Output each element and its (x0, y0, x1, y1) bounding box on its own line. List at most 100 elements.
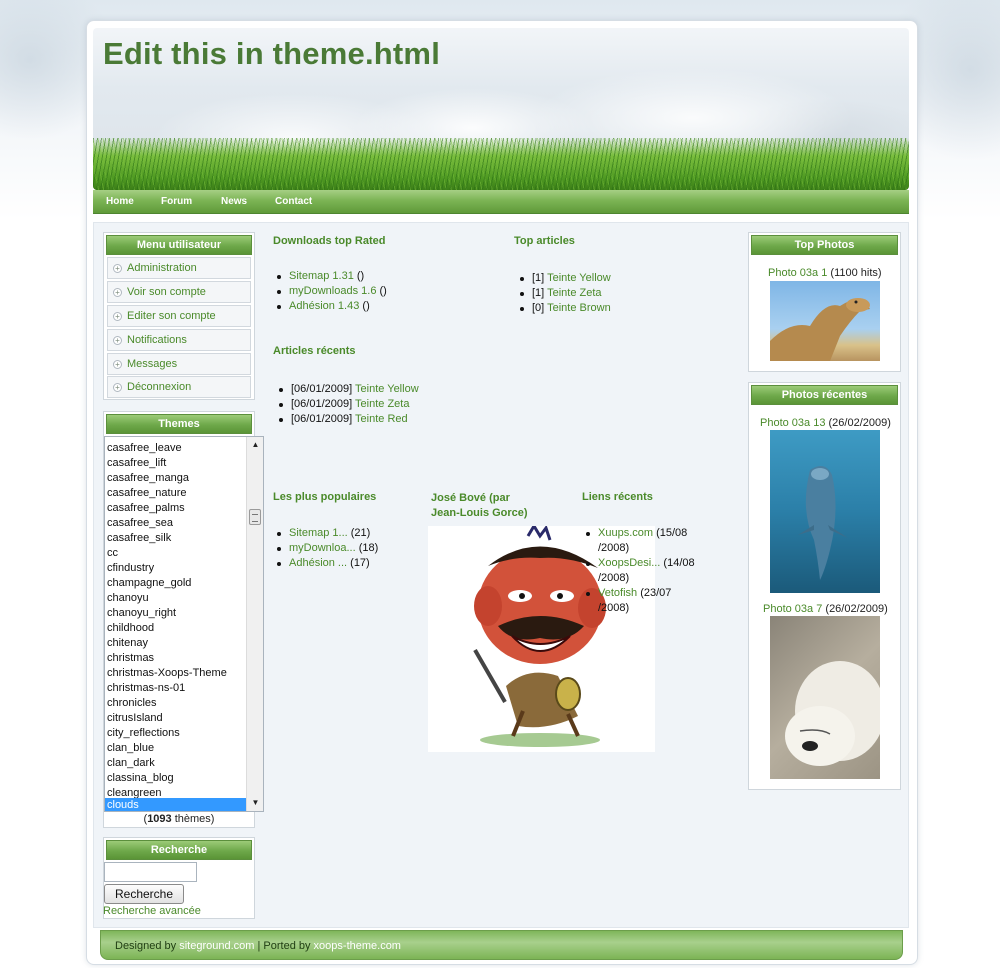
theme-count-number: 1093 (147, 813, 172, 825)
theme-option-selected[interactable]: clouds (105, 798, 246, 811)
plus-icon: + (113, 264, 122, 273)
footer-designer-link[interactable]: siteground.com (179, 940, 254, 952)
download-link[interactable]: myDownloads 1.6 (289, 285, 376, 297)
recent-link[interactable]: Xuups.com (598, 527, 653, 539)
article-link[interactable]: Teinte Yellow (355, 383, 419, 395)
advanced-search-link[interactable]: Recherche avancée (103, 905, 201, 917)
theme-option[interactable]: citrusIsland (105, 711, 246, 726)
list-item: XoopsDesi... (14/08/2008) (582, 556, 695, 586)
article-link[interactable]: Teinte Brown (547, 302, 611, 314)
article-link[interactable]: Teinte Zeta (547, 287, 601, 299)
recent-link-date: (14/08 (660, 557, 695, 569)
nav-home[interactable]: Home (106, 196, 134, 207)
top-photo-caption: Photo 03a 1 (1100 hits) (768, 267, 882, 279)
menu-item-messages[interactable]: + Messages (107, 353, 251, 375)
theme-option[interactable]: champagne_gold (105, 576, 246, 591)
search-button[interactable]: Recherche (104, 884, 184, 904)
theme-option[interactable]: clan_blue (105, 741, 246, 756)
list-item: Xuups.com (15/08/2008) (582, 526, 695, 556)
popular-link[interactable]: myDownloa... (289, 542, 356, 554)
menu-item-notifications[interactable]: + Notifications (107, 329, 251, 351)
download-count: () (359, 300, 370, 312)
user-menu-title: Menu utilisateur (106, 235, 252, 255)
recent-link[interactable]: XoopsDesi... (598, 557, 660, 569)
polar-bear-photo[interactable] (770, 616, 880, 779)
theme-list-scrollbar[interactable]: ▲ ▼ (246, 437, 263, 811)
theme-option[interactable]: cfindustry (105, 561, 246, 576)
theme-option[interactable]: casafree_lift (105, 456, 246, 471)
top-articles-title: Top articles (514, 235, 575, 247)
theme-option[interactable]: casafree_sea (105, 516, 246, 531)
menu-item-deconnexion[interactable]: + Déconnexion (107, 376, 251, 398)
download-link[interactable]: Sitemap 1.31 (289, 270, 354, 282)
photo-link[interactable]: Photo 03a 13 (760, 417, 825, 429)
theme-option[interactable]: casafree_silk (105, 531, 246, 546)
footer-porter-link[interactable]: xoops-theme.com (314, 940, 401, 952)
dolphin-photo[interactable] (770, 430, 880, 593)
recent-links-title: Liens récents (582, 491, 653, 503)
camel-photo[interactable] (770, 281, 880, 361)
menu-item-editer-compte[interactable]: + Editer son compte (107, 305, 251, 327)
nav-contact[interactable]: Contact (275, 196, 312, 207)
recent-articles-title: Articles récents (273, 345, 356, 357)
article-rank: [1] (532, 272, 548, 284)
download-link[interactable]: Adhésion 1.43 (289, 300, 359, 312)
scroll-thumb[interactable] (249, 509, 261, 525)
article-link[interactable]: Teinte Zeta (355, 398, 409, 410)
plus-icon: + (113, 360, 122, 369)
list-item: [0] Teinte Brown (516, 301, 611, 316)
popular-count: (17) (347, 557, 370, 569)
list-item: Sitemap 1... (21) (273, 526, 378, 541)
jose-bove-title-line1: José Bové (par (431, 492, 510, 504)
nav-forum[interactable]: Forum (161, 196, 192, 207)
theme-option[interactable]: classina_blog (105, 771, 246, 786)
theme-option[interactable]: casafree_manga (105, 471, 246, 486)
footer-credits: Designed by siteground.com | Ported by x… (115, 940, 401, 952)
theme-option[interactable]: christmas-ns-01 (105, 681, 246, 696)
recent-link[interactable]: Vetofish (598, 587, 637, 599)
theme-option[interactable]: childhood (105, 621, 246, 636)
downloads-top-rated-list: Sitemap 1.31 () myDownloads 1.6 () Adhés… (273, 269, 387, 314)
theme-option[interactable]: casafree_leave (105, 441, 246, 456)
photo-date: (26/02/2009) (825, 417, 891, 429)
list-item: [06/01/2009] Teinte Red (275, 412, 419, 427)
theme-option[interactable]: chanoyu_right (105, 606, 246, 621)
popular-link[interactable]: Sitemap 1... (289, 527, 348, 539)
theme-option[interactable]: chronicles (105, 696, 246, 711)
camel-icon (770, 298, 870, 361)
theme-option[interactable]: chanoyu (105, 591, 246, 606)
theme-option[interactable]: casafree_nature (105, 486, 246, 501)
photo-link[interactable]: Photo 03a 1 (768, 267, 827, 279)
list-item: Adhésion ... (17) (273, 556, 378, 571)
theme-option[interactable]: chitenay (105, 636, 246, 651)
theme-option[interactable]: christmas (105, 651, 246, 666)
menu-item-administration[interactable]: + Administration (107, 257, 251, 279)
footer-separator: | Ported by (254, 940, 314, 952)
theme-select-list[interactable]: casafree_leave casafree_lift casafree_ma… (104, 436, 264, 812)
top-photos-title: Top Photos (751, 235, 898, 255)
recent-links-list: Xuups.com (15/08/2008) XoopsDesi... (14/… (582, 526, 695, 616)
menu-item-label: Déconnexion (127, 381, 192, 393)
article-link[interactable]: Teinte Yellow (547, 272, 611, 284)
popular-link[interactable]: Adhésion ... (289, 557, 347, 569)
scroll-down-arrow-icon[interactable]: ▼ (247, 795, 263, 811)
theme-option[interactable]: casafree_palms (105, 501, 246, 516)
theme-option[interactable]: cc (105, 546, 246, 561)
photo-link[interactable]: Photo 03a 7 (763, 603, 822, 615)
recent-articles-list: [06/01/2009] Teinte Yellow [06/01/2009] … (275, 382, 419, 427)
theme-option[interactable]: christmas-Xoops-Theme (105, 666, 246, 681)
menu-item-label: Editer son compte (127, 310, 216, 322)
list-item: [1] Teinte Yellow (516, 271, 611, 286)
photo-date: (26/02/2009) (822, 603, 888, 615)
search-input[interactable] (104, 862, 197, 882)
article-date: [06/01/2009] (291, 413, 356, 425)
scroll-up-arrow-icon[interactable]: ▲ (247, 437, 263, 453)
article-link[interactable]: Teinte Red (355, 413, 408, 425)
menu-item-voir-compte[interactable]: + Voir son compte (107, 281, 251, 303)
recent-photo-caption: Photo 03a 7 (26/02/2009) (763, 603, 888, 615)
theme-option[interactable]: clan_dark (105, 756, 246, 771)
list-item: myDownloa... (18) (273, 541, 378, 556)
theme-option[interactable]: city_reflections (105, 726, 246, 741)
downloads-top-rated-title: Downloads top Rated (273, 235, 386, 247)
nav-news[interactable]: News (221, 196, 247, 207)
